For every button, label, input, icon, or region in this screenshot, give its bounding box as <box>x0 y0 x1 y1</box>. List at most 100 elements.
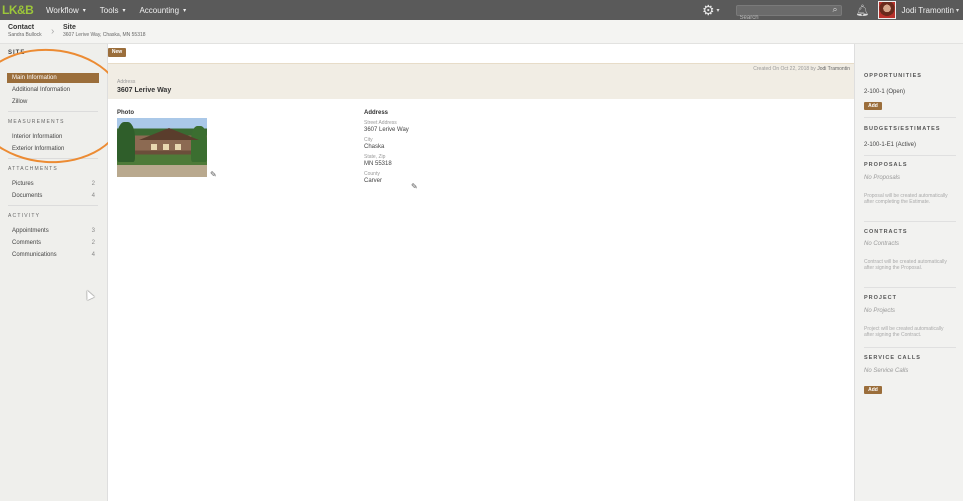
sidebar-item-appointments[interactable]: Appointments 3 <box>7 226 99 236</box>
created-prefix: Created On Oct 22, 2018 by <box>753 66 816 72</box>
photo-detail <box>151 144 157 150</box>
address-heading: Address <box>364 110 389 116</box>
breadcrumb-site-address: 3607 Lerive Way, Chaska, MN 55318 <box>63 32 146 38</box>
contracts-heading: CONTRACTS <box>864 229 908 235</box>
add-opportunity-button[interactable]: Add <box>864 102 882 110</box>
app-logo[interactable]: LK&B <box>0 0 44 20</box>
divider <box>864 155 956 156</box>
proposals-heading: PROPOSALS <box>864 162 908 168</box>
measurements-heading: MEASUREMENTS <box>8 119 65 125</box>
left-sidebar: SITE Main Information Additional Informa… <box>0 44 108 501</box>
search-icon[interactable]: ⌕ <box>833 4 838 15</box>
photo-detail <box>139 128 199 140</box>
opportunities-heading: OPPORTUNITIES <box>864 73 922 79</box>
chevron-down-icon[interactable]: ▾ <box>956 7 959 14</box>
created-by[interactable]: Jodi Tramontin <box>817 66 850 72</box>
address-label: Address <box>117 79 136 85</box>
chevron-right-icon: › <box>51 26 55 37</box>
divider <box>864 221 956 222</box>
activity-heading: ACTIVITY <box>8 213 41 219</box>
divider <box>8 158 98 159</box>
sidebar-item-documents[interactable]: Documents 4 <box>7 191 99 201</box>
menu-accounting[interactable]: Accounting ▾ <box>139 6 186 15</box>
add-service-call-button[interactable]: Add <box>864 386 882 394</box>
address-section: Address Street Address 3607 Lerive Way C… <box>364 110 409 184</box>
proposals-note: Proposal will be created automatically a… <box>864 193 948 205</box>
photo-label: Photo <box>117 110 134 116</box>
county-label: County <box>364 171 380 177</box>
breadcrumb-contact-title: Contact <box>8 24 35 31</box>
user-name[interactable]: Jodi Tramontin <box>902 6 954 15</box>
breadcrumb-contact-name: Sandra Bullock <box>8 32 42 38</box>
menu-workflow[interactable]: Workflow ▾ <box>46 6 86 15</box>
sidebar-item-label: Appointments <box>12 228 49 234</box>
breadcrumb-site[interactable]: Site 3607 Lerive Way, Chaska, MN 55318 <box>63 24 146 38</box>
edit-address-pencil-icon[interactable]: ✎ <box>411 182 418 191</box>
sidebar-item-main-information[interactable]: Main Information <box>7 73 99 83</box>
sidebar-item-additional-information[interactable]: Additional Information <box>7 85 99 95</box>
edit-photo-pencil-icon[interactable]: ✎ <box>210 170 217 179</box>
divider <box>8 205 98 206</box>
sidebar-item-zillow[interactable]: Zillow <box>7 97 99 107</box>
address-value: 3607 Lerive Way <box>117 87 172 94</box>
count-badge: 3 <box>91 228 95 234</box>
sidebar-item-communications[interactable]: Communications 4 <box>7 250 99 260</box>
attachments-heading: ATTACHMENTS <box>8 166 58 172</box>
sidebar-item-label: Communications <box>12 252 57 258</box>
breadcrumb-contact[interactable]: Contact Sandra Bullock <box>8 24 42 38</box>
divider <box>864 287 956 288</box>
divider <box>8 111 98 112</box>
sidebar-title: SITE <box>8 50 26 56</box>
count-badge: 2 <box>91 181 95 187</box>
street-address-label: Street Address <box>364 120 397 126</box>
proposals-empty: No Proposals <box>864 175 901 181</box>
menu-tools-label: Tools <box>99 5 119 15</box>
right-panel: OPPORTUNITIES 2-100-1 (Open) Add BUDGETS… <box>854 44 963 501</box>
city-value: Chaska <box>364 144 385 150</box>
avatar[interactable] <box>877 1 896 19</box>
project-heading: PROJECT <box>864 295 897 301</box>
gear-icon[interactable]: ⚙ <box>702 2 715 19</box>
state-zip-value: MN 55318 <box>364 161 392 167</box>
divider <box>864 347 956 348</box>
chevron-down-icon: ▾ <box>183 7 187 14</box>
opportunity-link[interactable]: 2-100-1 (Open) <box>864 89 905 95</box>
photo-detail <box>163 144 169 150</box>
contracts-note: Contract will be created automatically a… <box>864 259 947 271</box>
street-address-value: 3607 Lerive Way <box>364 127 409 133</box>
chevron-down-icon: ▾ <box>122 7 126 14</box>
sidebar-item-interior-information[interactable]: Interior Information <box>7 132 99 142</box>
count-badge: 4 <box>91 193 95 199</box>
chevron-down-icon: ▾ <box>82 7 86 14</box>
new-button[interactable]: New <box>108 48 126 57</box>
service-calls-empty: No Service Calls <box>864 368 909 374</box>
sidebar-item-comments[interactable]: Comments 2 <box>7 238 99 248</box>
photo-detail <box>117 122 135 162</box>
bell-icon[interactable]: 🔔︎ <box>856 4 870 17</box>
sidebar-item-label: Documents <box>12 193 43 199</box>
breadcrumb: Contact Sandra Bullock › Site 3607 Leriv… <box>0 20 963 44</box>
site-header: Created On Oct 22, 2018 by Jodi Tramonti… <box>108 63 854 99</box>
city-label: City <box>364 137 373 143</box>
budgets-heading: BUDGETS/ESTIMATES <box>864 126 941 132</box>
budget-link[interactable]: 2-100-1-E1 (Active) <box>864 142 916 148</box>
photo-detail <box>175 144 181 150</box>
service-calls-heading: SERVICE CALLS <box>864 355 921 361</box>
county-value: Carver <box>364 178 383 184</box>
sidebar-item-label: Comments <box>12 240 42 246</box>
count-badge: 4 <box>91 252 95 258</box>
project-note: Project will be created automatically af… <box>864 326 944 338</box>
sidebar-item-exterior-information[interactable]: Exterior Information <box>7 144 99 154</box>
created-info: Created On Oct 22, 2018 by Jodi Tramonti… <box>753 66 850 72</box>
chevron-down-icon[interactable]: ▾ <box>717 7 720 14</box>
sidebar-item-label: Pictures <box>12 181 34 187</box>
main-content: New Created On Oct 22, 2018 by Jodi Tram… <box>108 44 854 501</box>
divider <box>864 117 956 118</box>
sidebar-item-pictures[interactable]: Pictures 2 <box>7 179 99 189</box>
state-zip-label: State, Zip <box>364 154 386 160</box>
menu-tools[interactable]: Tools ▾ <box>100 6 126 15</box>
menu-workflow-label: Workflow <box>46 5 79 15</box>
site-photo[interactable] <box>117 118 207 177</box>
breadcrumb-site-title: Site <box>63 24 76 31</box>
count-badge: 2 <box>91 240 95 246</box>
